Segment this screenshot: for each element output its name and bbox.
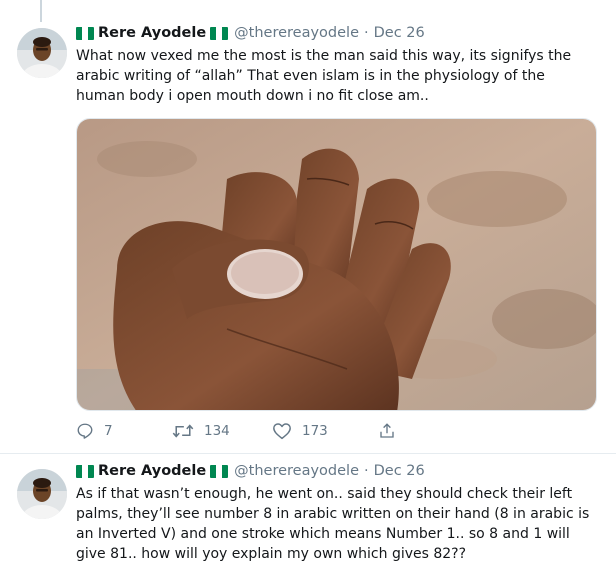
retweet-button[interactable]: 134 (172, 422, 272, 440)
like-count: 173 (302, 423, 328, 439)
separator-dot: · (364, 25, 369, 41)
tweet-timeline: Rere Ayodele @therereayodele · Dec 26 Wh… (0, 0, 616, 577)
display-name[interactable]: Rere Ayodele (98, 25, 206, 41)
tweet-photo[interactable] (76, 118, 597, 411)
tweet-text: As if that wasn’t enough, he went on.. s… (76, 486, 590, 562)
share-button[interactable] (378, 422, 406, 440)
tweet[interactable]: Rere Ayodele @therereayodele · Dec 26 As… (0, 460, 616, 577)
share-icon (380, 423, 394, 438)
tweet-date[interactable]: Dec 26 (374, 463, 425, 479)
username[interactable]: @therereayodele (234, 25, 359, 41)
thread-connector-line (40, 0, 42, 22)
avatar[interactable] (17, 469, 67, 519)
display-name[interactable]: Rere Ayodele (98, 463, 206, 479)
nigeria-flag-icon (210, 26, 229, 40)
nigeria-flag-icon (210, 464, 229, 478)
nigeria-flag-icon (76, 464, 94, 478)
hand-photo (77, 119, 596, 410)
reply-icon (77, 423, 93, 439)
tweet[interactable]: Rere Ayodele @therereayodele · Dec 26 Wh… (0, 22, 616, 454)
tweet-date[interactable]: Dec 26 (374, 25, 425, 41)
username[interactable]: @therereayodele (234, 463, 359, 479)
tweet-header: Rere Ayodele @therereayodele · Dec 26 (76, 460, 604, 482)
retweet-icon (172, 424, 194, 438)
reply-count: 7 (104, 423, 113, 439)
heart-icon (273, 423, 291, 440)
nigeria-flag-icon (76, 26, 94, 40)
like-button[interactable]: 173 (272, 422, 378, 440)
reply-button[interactable]: 7 (76, 422, 172, 440)
tweet-header: Rere Ayodele @therereayodele · Dec 26 (76, 22, 604, 44)
avatar[interactable] (17, 28, 67, 78)
tweet-text: What now vexed me the most is the man sa… (76, 48, 572, 104)
tweet-actions: 7 134 173 (76, 422, 406, 440)
separator-dot: · (364, 463, 369, 479)
retweet-count: 134 (204, 423, 230, 439)
